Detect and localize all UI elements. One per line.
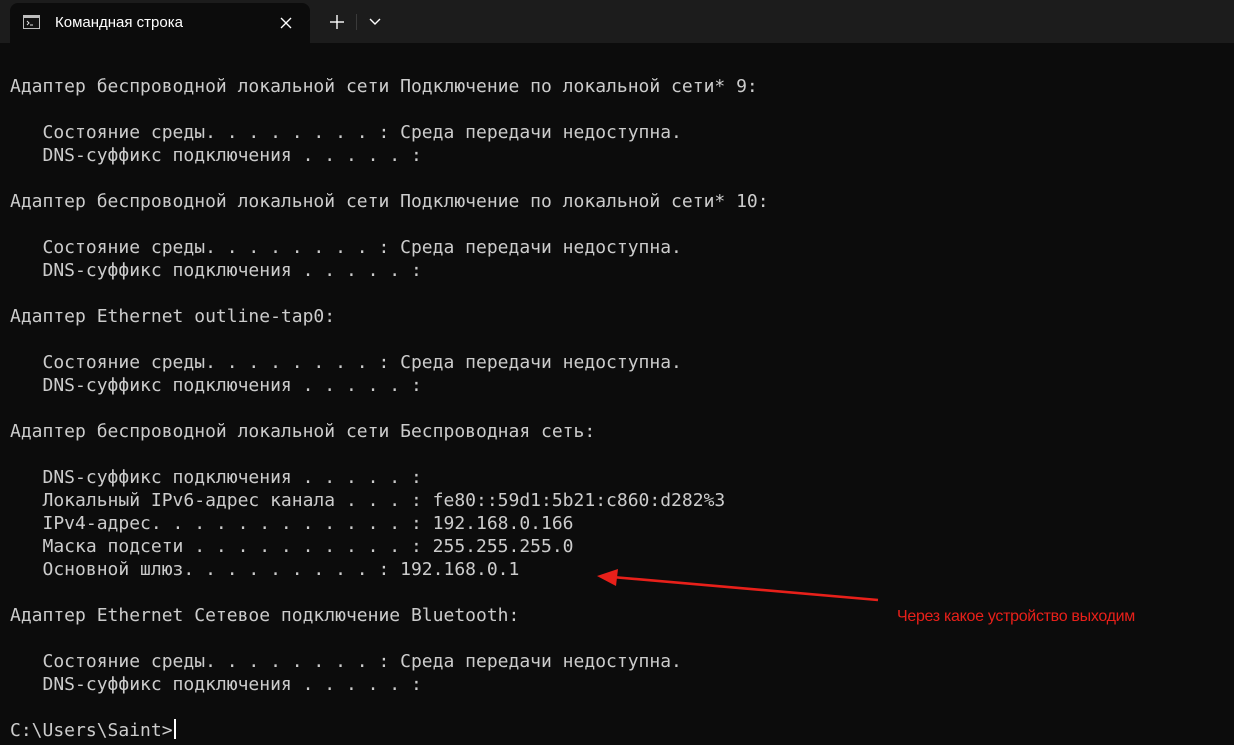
tab-separator — [356, 14, 357, 30]
annotation-text: Через какое устройство выходим — [897, 608, 1135, 625]
text-cursor — [173, 719, 176, 739]
console-line: Состояние среды. . . . . . . . : Среда п… — [10, 237, 682, 258]
terminal-window: Командная строка Адаптер беспроводной ло… — [0, 0, 1234, 745]
console-line: Состояние среды. . . . . . . . : Среда п… — [10, 651, 682, 672]
console-line: Состояние среды. . . . . . . . : Среда п… — [10, 352, 682, 373]
console-line: DNS-суффикс подключения . . . . . : — [10, 674, 422, 695]
new-tab-button[interactable] — [323, 8, 351, 36]
console-line: Маска подсети . . . . . . . . . . : 255.… — [10, 536, 574, 557]
close-tab-button[interactable] — [276, 13, 296, 33]
close-icon — [280, 17, 292, 29]
console-line: DNS-суффикс подключения . . . . . : — [10, 260, 422, 281]
console-line: DNS-суффикс подключения . . . . . : — [10, 375, 422, 396]
console-line: IPv4-адрес. . . . . . . . . . . . : 192.… — [10, 513, 574, 534]
console-line: Адаптер беспроводной локальной сети Бесп… — [10, 421, 596, 442]
console-line: DNS-суффикс подключения . . . . . : — [10, 467, 422, 488]
tab-title: Командная строка — [55, 14, 183, 31]
prompt-text: C:\Users\Saint> — [10, 720, 173, 741]
console-line: Адаптер беспроводной локальной сети Подк… — [10, 76, 758, 97]
tab-bar: Командная строка — [0, 0, 1234, 43]
tab-command-prompt[interactable]: Командная строка — [10, 3, 310, 43]
profiles-dropdown-button[interactable] — [362, 8, 388, 36]
console-line: Состояние среды. . . . . . . . : Среда п… — [10, 122, 682, 143]
console-line: Локальный IPv6-адрес канала . . . : fe80… — [10, 490, 726, 511]
console-line: Адаптер беспроводной локальной сети Подк… — [10, 191, 769, 212]
cmd-icon — [23, 15, 40, 29]
console-output[interactable]: Адаптер беспроводной локальной сети Подк… — [10, 52, 1234, 742]
console-line: Адаптер Ethernet outline-tap0: — [10, 306, 336, 327]
console-line: Основной шлюз. . . . . . . . . : 192.168… — [10, 559, 520, 580]
command-prompt-line[interactable]: C:\Users\Saint> — [10, 719, 1234, 742]
console-line: DNS-суффикс подключения . . . . . : — [10, 145, 422, 166]
chevron-down-icon — [369, 18, 381, 25]
plus-icon — [330, 15, 344, 29]
